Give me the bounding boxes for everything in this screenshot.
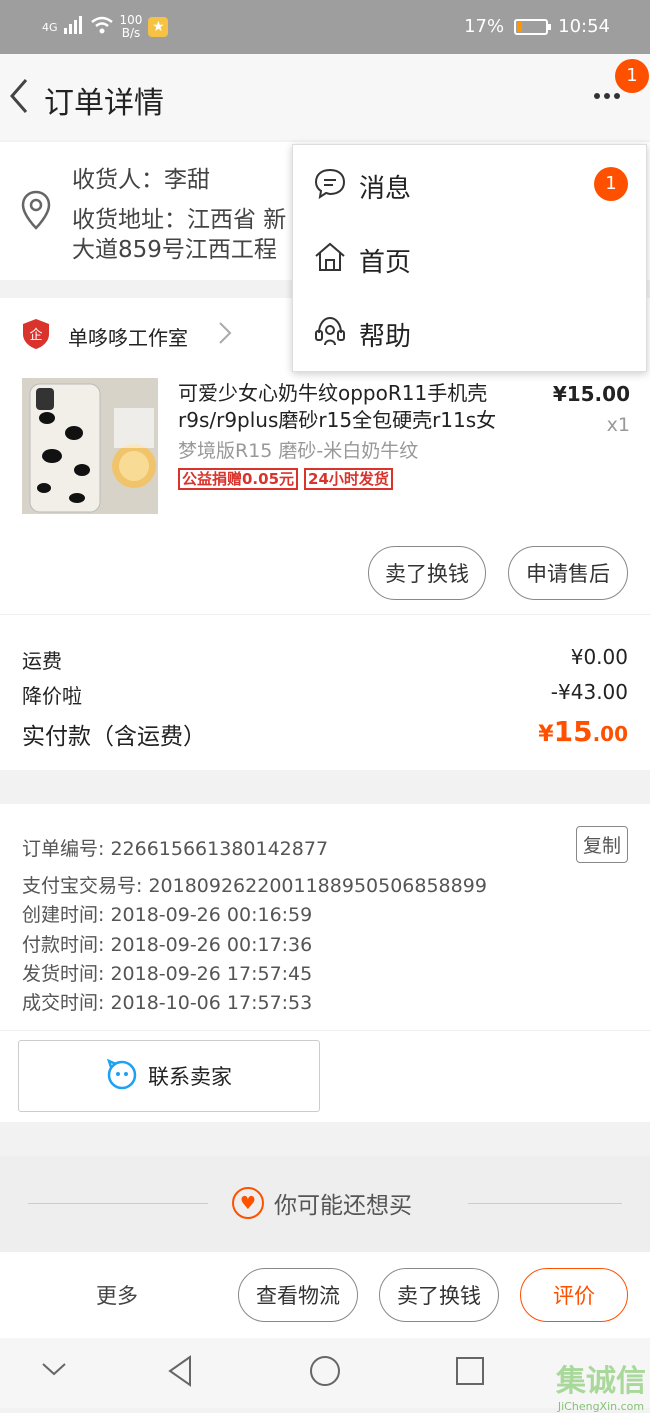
order-info-card: 订单编号: 226615661380142877 复制 支付宝交易号: 2018… — [0, 804, 650, 1122]
watermark-logo: 集诚信 JiChengXin.com — [556, 1356, 646, 1413]
paid-dec: .00 — [592, 722, 628, 746]
net-speed-value: 100 — [119, 13, 143, 27]
paid-time: 付款时间: 2018-09-26 00:17:36 — [22, 934, 313, 956]
system-nav-bar — [0, 1338, 650, 1408]
location-pin-icon — [20, 190, 52, 234]
bottom-action-bar: 更多 查看物流 卖了换钱 评价 — [0, 1252, 650, 1338]
paid-int: 15 — [553, 715, 593, 748]
discount-value: -¥43.00 — [550, 680, 628, 704]
home-icon — [313, 241, 347, 280]
menu-label-home: 首页 — [359, 248, 412, 278]
status-bar: 4G 100 B/s ★ 17% 10:54 — [0, 0, 650, 54]
page-title: 订单详情 — [44, 86, 164, 121]
fee-summary: 运费 ¥0.00 降价啦 -¥43.00 实付款（含运费） ¥15.00 — [0, 614, 650, 770]
address-line2: 大道859号江西工程 — [72, 237, 277, 263]
battery-fill — [517, 21, 523, 32]
clock: 10:54 — [558, 16, 610, 37]
product-qty: x1 — [606, 414, 630, 436]
menu-item-messages[interactable]: 消息 — [313, 167, 411, 206]
divider-right — [468, 1203, 622, 1204]
tag-charity: 公益捐赠0.05元 — [178, 468, 299, 490]
more-badge: 1 — [615, 59, 649, 93]
chevron-right-icon[interactable] — [218, 320, 232, 352]
recipient-label: 收货人： — [72, 167, 164, 193]
shipping-value: ¥0.00 — [570, 645, 628, 669]
signal-icon — [63, 15, 84, 39]
recommend-title: ♥ 你可能还想买 — [232, 1186, 412, 1220]
menu-item-home[interactable]: 首页 — [313, 241, 411, 280]
created-time: 创建时间: 2018-09-26 00:16:59 — [22, 904, 313, 926]
more-button[interactable]: 更多 — [96, 1280, 138, 1310]
heart-icon: ♥ — [232, 1187, 264, 1219]
shop-name[interactable]: 单哆哆工作室 — [68, 322, 188, 351]
resell-button[interactable]: 卖了换钱 — [368, 546, 486, 600]
net-speed-unit: B/s — [121, 26, 141, 40]
address-line: 收货地址：江西省 新 — [72, 200, 286, 234]
product-tags: 公益捐赠0.05元 24小时发货 — [178, 468, 393, 490]
enterprise-shield-icon: 企 — [22, 318, 50, 354]
battery-percent: 17% — [464, 16, 505, 37]
watermark-text: 集诚信 — [556, 1364, 646, 1399]
wifi-icon — [90, 16, 114, 39]
recipient-line: 收货人：李甜 — [72, 160, 210, 194]
more-popup-menu: 消息 1 首页 帮助 — [292, 144, 647, 372]
recents-square-icon[interactable] — [455, 1354, 485, 1396]
review-button[interactable]: 评价 — [520, 1268, 628, 1322]
divider-left — [28, 1203, 208, 1204]
menu-label-help: 帮助 — [359, 322, 412, 352]
recommend-section: ♥ 你可能还想买 — [0, 1156, 650, 1252]
contact-seller-label: 联系卖家 — [148, 1065, 232, 1089]
help-icon — [313, 315, 347, 354]
completed-time: 成交时间: 2018-10-06 17:57:53 — [22, 992, 313, 1014]
back-arrow-icon[interactable] — [6, 76, 30, 125]
paid-currency: ¥ — [538, 722, 554, 747]
network-icon: 4G — [42, 20, 58, 34]
paid-label: 实付款（含运费） — [22, 724, 206, 750]
star-app-icon: ★ — [148, 17, 169, 37]
product-price: ¥15.00 — [552, 382, 630, 406]
copy-button[interactable]: 复制 — [575, 826, 628, 863]
hide-nav-icon[interactable] — [40, 1354, 68, 1392]
shipped-time: 发货时间: 2018-09-26 17:57:45 — [22, 963, 313, 985]
chat-bot-icon — [106, 1058, 138, 1095]
order-number: 订单编号: 226615661380142877 — [22, 838, 329, 860]
alipay-number: 支付宝交易号: 2018092622001188950506858899 — [22, 875, 487, 897]
view-logistics-button[interactable]: 查看物流 — [238, 1268, 358, 1322]
net-speed: 100 B/s — [120, 14, 143, 40]
chat-icon — [313, 167, 347, 206]
home-circle-icon[interactable] — [309, 1354, 341, 1396]
after-sale-button[interactable]: 申请售后 — [508, 546, 628, 600]
paid-amount: ¥15.00 — [538, 715, 628, 748]
tag-shipping: 24小时发货 — [304, 468, 393, 490]
contact-seller-button[interactable]: 联系卖家 — [18, 1040, 320, 1112]
discount-label: 降价啦 — [22, 684, 82, 708]
divider — [0, 1030, 650, 1031]
menu-label-messages: 消息 — [359, 174, 412, 204]
app-header: 订单详情 — [0, 54, 650, 140]
shipping-label: 运费 — [22, 649, 62, 673]
product-title[interactable]: 可爱少女心奶牛纹oppoR11手机壳r9s/r9plus磨砂r15全包硬壳r11… — [178, 380, 518, 434]
recipient-name: 李甜 — [164, 167, 210, 193]
product-variant: 梦境版R15 磨砂-米白奶牛纹 — [178, 440, 419, 462]
product-thumbnail[interactable] — [22, 378, 158, 514]
svg-text:企: 企 — [29, 327, 42, 343]
recommend-label: 你可能还想买 — [274, 1193, 412, 1219]
battery-icon — [514, 18, 552, 35]
menu-item-help[interactable]: 帮助 — [313, 315, 411, 354]
resell-bottom-button[interactable]: 卖了换钱 — [379, 1268, 499, 1322]
back-triangle-icon[interactable] — [166, 1354, 194, 1396]
messages-badge: 1 — [594, 167, 628, 201]
watermark-sub: JiChengXin.com — [557, 1400, 645, 1413]
